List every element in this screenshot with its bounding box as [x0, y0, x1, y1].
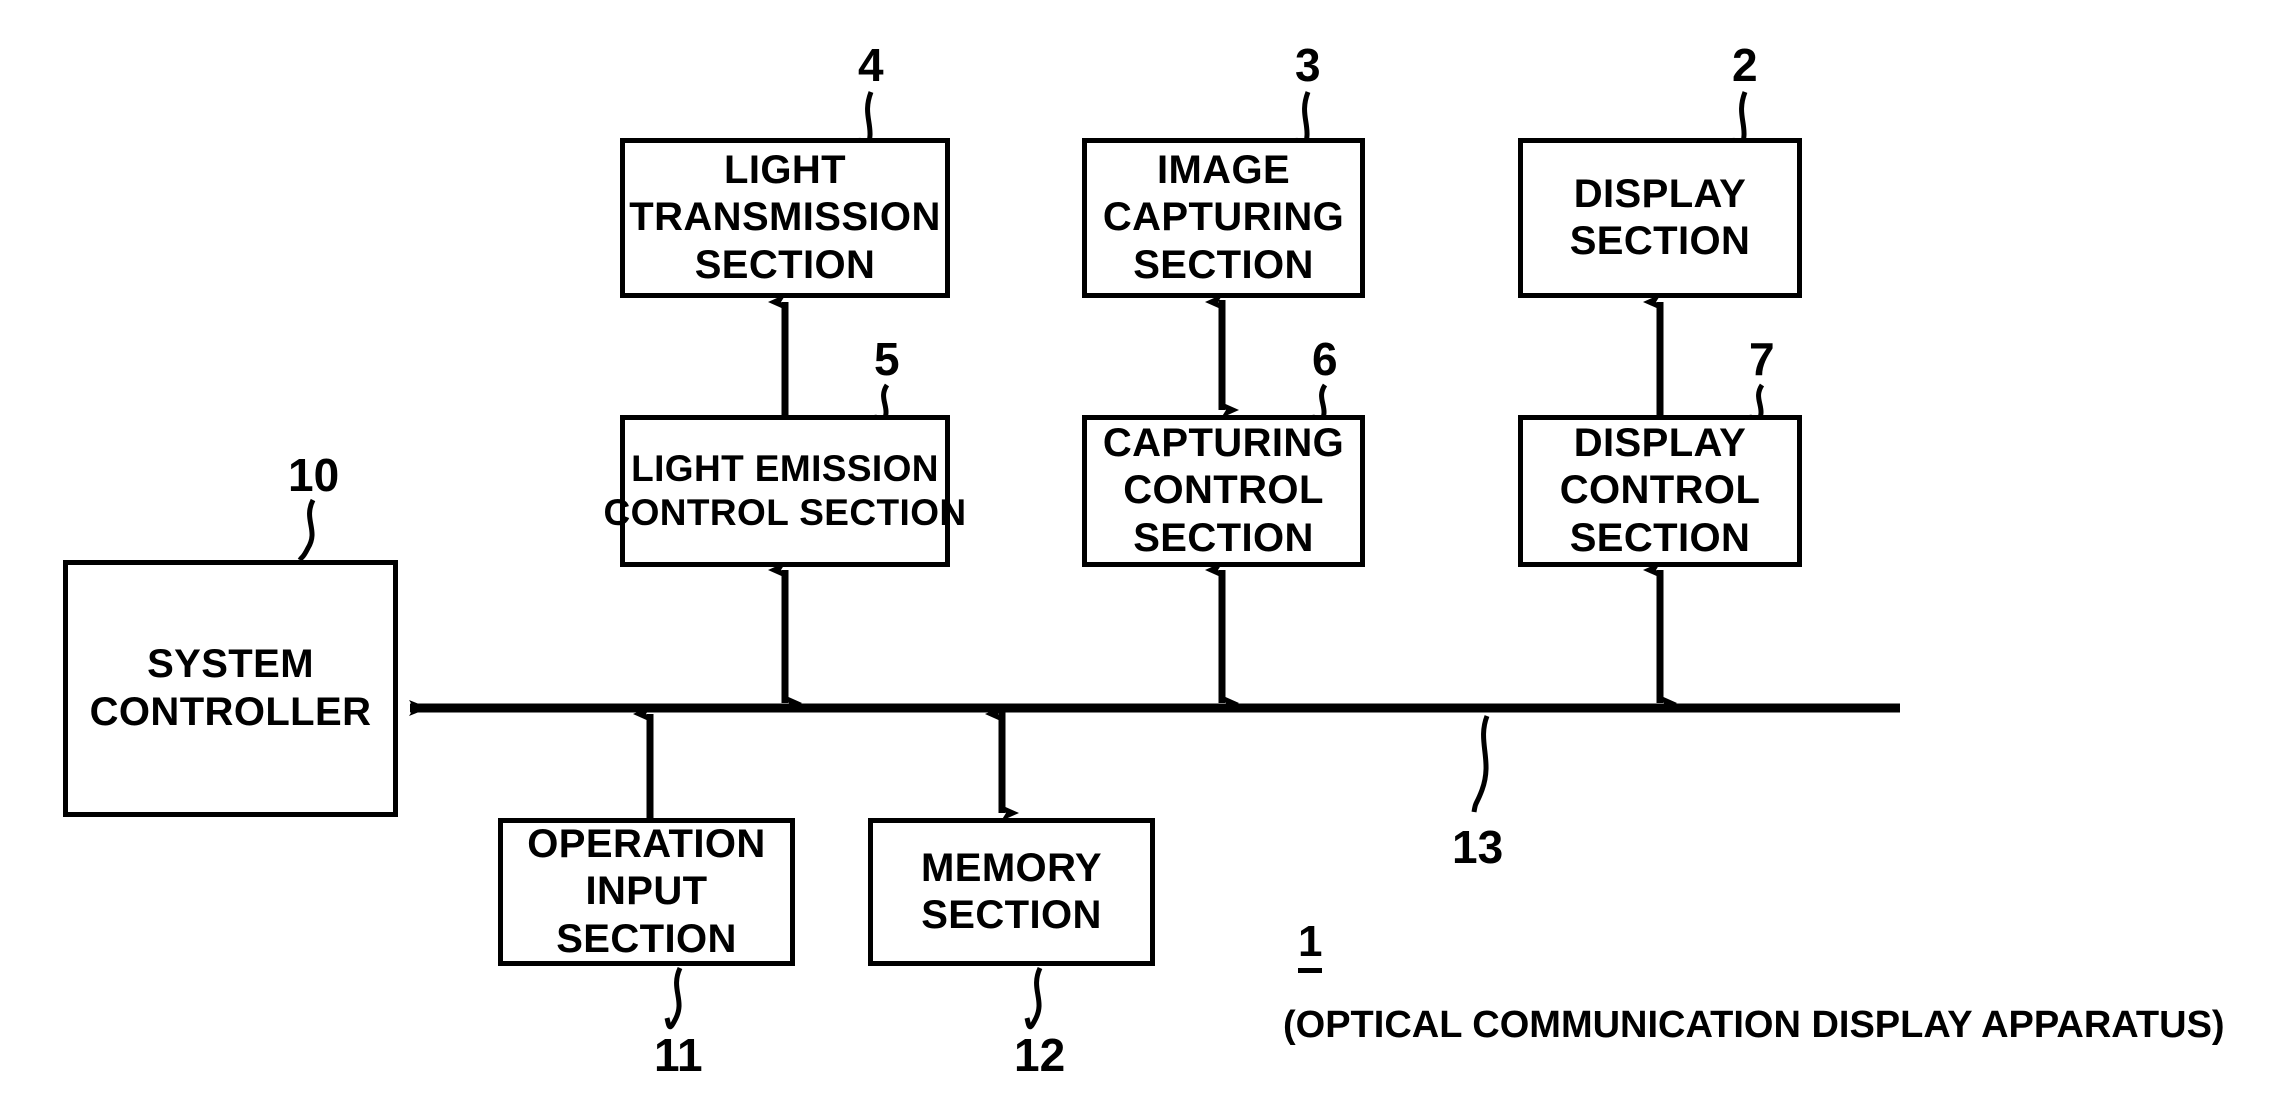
patent-figure: LIGHT TRANSMISSION SECTION IMAGE CAPTURI…: [0, 0, 2272, 1106]
block-label-line2: TRANSMISSION: [629, 195, 941, 240]
block-light-transmission-section[interactable]: LIGHT TRANSMISSION SECTION: [620, 138, 950, 298]
block-label-line3: SECTION: [1569, 515, 1751, 560]
block-label-line3: SECTION: [1133, 515, 1314, 560]
reference-numeral-5: 5: [874, 333, 900, 385]
block-label-line2: CONTROL: [1559, 468, 1761, 513]
block-label-line1: IMAGE: [1156, 148, 1291, 193]
block-operation-input-section[interactable]: OPERATION INPUT SECTION: [498, 818, 795, 966]
leader-line-ref-10: [297, 498, 316, 562]
block-display-section[interactable]: DISPLAY SECTION: [1518, 138, 1802, 298]
figure-reference-numeral-1: 1: [1298, 920, 1323, 973]
reference-numeral-3: 3: [1295, 39, 1321, 91]
block-label-line1: MEMORY: [921, 845, 1102, 890]
block-label-line2: CONTROL SECTION: [603, 492, 967, 533]
reference-numeral-7: 7: [1749, 333, 1775, 385]
block-label-line3: SECTION: [556, 916, 737, 961]
block-label-line1: OPERATION: [527, 822, 766, 867]
block-label-line1: DISPLAY: [1573, 171, 1747, 216]
reference-numeral-2: 2: [1732, 39, 1758, 91]
block-system-controller[interactable]: SYSTEM CONTROLLER: [63, 560, 398, 817]
reference-numeral-11: 11: [654, 1029, 703, 1081]
block-light-emission-control-section[interactable]: LIGHT EMISSION CONTROL SECTION: [604, 415, 966, 567]
block-display-control-section[interactable]: DISPLAY CONTROL SECTION: [1518, 415, 1802, 567]
reference-numeral-6: 6: [1312, 333, 1338, 385]
reference-numeral-13: 13: [1452, 821, 1504, 873]
leader-line-ref-13: [1471, 715, 1490, 813]
block-label-line3: SECTION: [694, 242, 876, 287]
block-label-line2: CAPTURING: [1102, 195, 1345, 240]
reference-numeral-4: 4: [858, 39, 884, 91]
block-label-line2: INPUT: [585, 869, 708, 914]
block-label-line1: DISPLAY: [1573, 421, 1747, 466]
block-image-capturing-section[interactable]: IMAGE CAPTURING SECTION: [1082, 138, 1365, 298]
block-capturing-control-section[interactable]: CAPTURING CONTROL SECTION: [1082, 415, 1365, 567]
block-label-line1: LIGHT EMISSION: [631, 448, 939, 490]
block-label-line2: SECTION: [1569, 219, 1751, 263]
block-memory-section[interactable]: MEMORY SECTION: [868, 818, 1155, 966]
leader-line-ref-12: [1024, 966, 1043, 1030]
reference-numeral-12: 12: [1014, 1029, 1066, 1081]
leader-line-ref-11: [664, 966, 683, 1030]
block-label-line1: SYSTEM: [147, 642, 314, 687]
block-label-line1: LIGHT: [724, 148, 846, 193]
block-label-line1: CAPTURING: [1102, 421, 1345, 466]
reference-numeral-10: 10: [288, 449, 340, 501]
block-label-line3: SECTION: [1133, 242, 1314, 287]
block-label-line2: CONTROLLER: [89, 689, 372, 734]
block-label-line2: SECTION: [921, 893, 1102, 937]
block-label-line2: CONTROL: [1123, 468, 1324, 513]
figure-caption: (OPTICAL COMMUNICATION DISPLAY APPARATUS…: [1283, 1004, 2225, 1046]
